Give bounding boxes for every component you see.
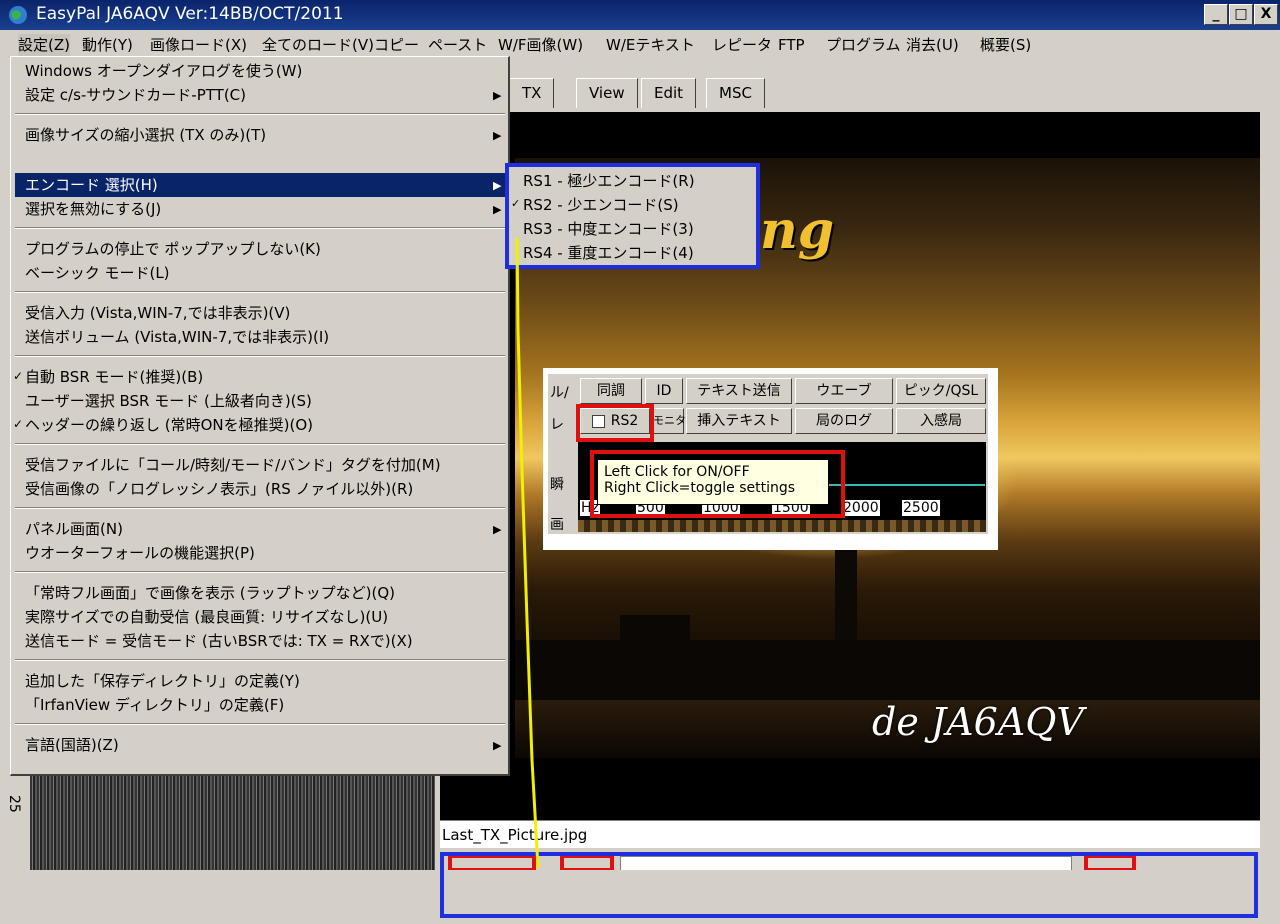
- annotation-yellow-line: [515, 237, 540, 869]
